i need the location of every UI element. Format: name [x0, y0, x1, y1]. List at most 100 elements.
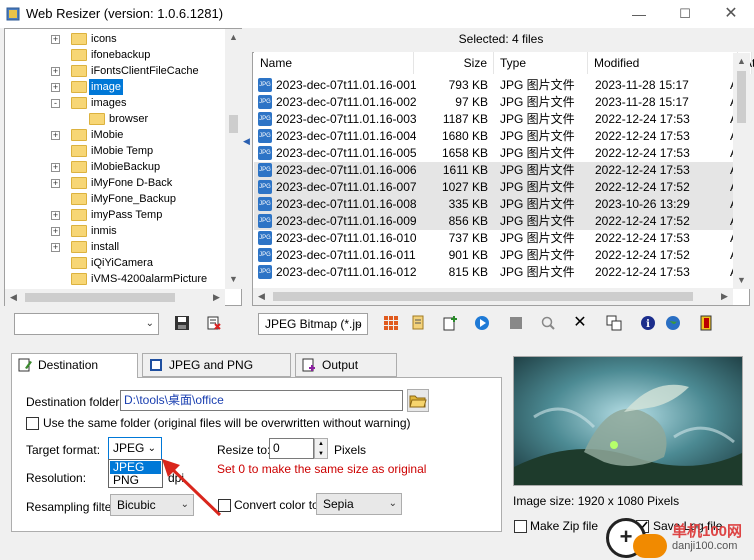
- expand-icon[interactable]: +: [51, 243, 60, 252]
- file-modified: 2022-12-24 17:52: [595, 248, 690, 262]
- format-filter-combo[interactable]: JPEG Bitmap (*.jp ⌄: [258, 313, 368, 335]
- tree-vertical-scrollbar[interactable]: ▲ ▼: [225, 29, 242, 289]
- convert-color-select[interactable]: Sepia ⌄: [316, 493, 402, 515]
- file-row[interactable]: JPG 2023-dec-07t11.01.16-011.j... 901 KB JP…: [254, 247, 738, 264]
- left-combo[interactable]: ⌄: [14, 313, 159, 335]
- file-row[interactable]: JPG 2023-dec-07t11.01.16-007.j... 1027 KB J…: [254, 179, 738, 196]
- file-row[interactable]: JPG 2023-dec-07t11.01.16-005.j... 1658 KB J…: [254, 145, 738, 162]
- same-folder-checkbox[interactable]: [26, 417, 39, 430]
- tree-item[interactable]: + iMyFone D-Back: [5, 175, 225, 191]
- window-icon[interactable]: [604, 313, 624, 333]
- scroll-thumb[interactable]: [273, 292, 693, 301]
- column-header-size[interactable]: Size: [414, 52, 494, 74]
- spin-up-icon[interactable]: ▲: [315, 439, 327, 449]
- scroll-up-arrow-icon[interactable]: ▲: [225, 29, 242, 46]
- tab-destination-settings[interactable]: Destination Settings: [11, 353, 138, 394]
- save-icon[interactable]: [172, 313, 192, 333]
- spin-down-icon[interactable]: ▼: [315, 449, 327, 459]
- scroll-down-arrow-icon[interactable]: ▼: [733, 272, 750, 289]
- copy-list-icon[interactable]: [408, 313, 428, 333]
- column-header-type[interactable]: Type: [494, 52, 588, 74]
- tree-item[interactable]: + image: [5, 79, 225, 95]
- scroll-thumb[interactable]: [25, 293, 175, 302]
- expand-icon[interactable]: +: [51, 67, 60, 76]
- tree-horizontal-scrollbar[interactable]: ◀ ▶: [5, 289, 225, 306]
- expand-icon[interactable]: +: [51, 227, 60, 236]
- folder-tree[interactable]: + icons ifonebackup + iFontsClientFileCache +…: [4, 28, 242, 306]
- destination-folder-input[interactable]: D:\tools\桌面\office: [120, 390, 403, 411]
- file-row[interactable]: JPG 2023-dec-07t11.01.16-001.j... 793 KB JP…: [254, 77, 738, 94]
- file-row[interactable]: JPG 2023-dec-07t11.01.16-008.j... 335 KB JP…: [254, 196, 738, 213]
- column-header-modified[interactable]: Modified: [588, 52, 738, 74]
- column-header-name[interactable]: Name: [254, 52, 414, 74]
- resize-spinner[interactable]: ▲ ▼: [314, 438, 328, 459]
- scroll-thumb[interactable]: [229, 115, 238, 133]
- grid-view-icon[interactable]: [381, 313, 401, 333]
- maximize-button[interactable]: ☐: [662, 0, 708, 28]
- resolution-label: Resolution:: [26, 471, 87, 485]
- close-button[interactable]: ✕: [708, 0, 754, 28]
- preview-zoom-icon[interactable]: [538, 313, 558, 333]
- globe-icon[interactable]: [663, 313, 683, 333]
- stop-icon[interactable]: [506, 313, 526, 333]
- tree-item[interactable]: iMyFone_Backup: [5, 191, 225, 207]
- splitter-collapse-icon[interactable]: ◀: [243, 135, 251, 147]
- expand-icon[interactable]: +: [51, 163, 60, 172]
- scroll-left-arrow-icon[interactable]: ◀: [253, 288, 270, 305]
- tree-item[interactable]: iVMS-4200alarmPicture: [5, 271, 225, 287]
- minimize-button[interactable]: —: [616, 0, 662, 28]
- expand-icon[interactable]: +: [51, 211, 60, 220]
- tab-output-options[interactable]: Output Options: [295, 353, 397, 394]
- scroll-right-arrow-icon[interactable]: ▶: [208, 289, 225, 306]
- resize-input[interactable]: 0: [269, 438, 314, 459]
- tree-item[interactable]: + iFontsClientFileCache: [5, 63, 225, 79]
- expand-icon[interactable]: +: [51, 131, 60, 140]
- file-row[interactable]: JPG 2023-dec-07t11.01.16-009.j... 856 KB JP…: [254, 213, 738, 230]
- expand-icon[interactable]: +: [51, 83, 60, 92]
- convert-color-checkbox[interactable]: [218, 499, 231, 512]
- tab-jpeg-png-settings[interactable]: JPEG and PNG Settings: [142, 353, 291, 394]
- make-zip-label: Make Zip file: [530, 519, 599, 533]
- file-row[interactable]: JPG 2023-dec-07t11.01.16-012.j... 815 KB JP…: [254, 264, 738, 281]
- tree-item[interactable]: + iMobieBackup: [5, 159, 225, 175]
- file-row[interactable]: JPG 2023-dec-07t11.01.16-003.j... 1187 KB J…: [254, 111, 738, 128]
- file-row[interactable]: JPG 2023-dec-07t11.01.16-006.j... 1611 KB J…: [254, 162, 738, 179]
- file-row[interactable]: JPG 2023-dec-07t11.01.16-004.j... 1680 KB J…: [254, 128, 738, 145]
- tree-item[interactable]: + imyPass Temp: [5, 207, 225, 223]
- filelist-horizontal-scrollbar[interactable]: ◀ ▶: [253, 288, 733, 305]
- file-row[interactable]: JPG 2023-dec-07t11.01.16-002.j... 97 KB JPG…: [254, 94, 738, 111]
- add-files-icon[interactable]: [440, 313, 460, 333]
- scroll-thumb[interactable]: [737, 71, 746, 123]
- scroll-down-arrow-icon[interactable]: ▼: [225, 271, 242, 288]
- tree-item[interactable]: iMobie Temp: [5, 143, 225, 159]
- tree-item[interactable]: - images: [5, 95, 225, 111]
- remove-icon[interactable]: ✕: [570, 313, 590, 333]
- tree-item[interactable]: + icons: [5, 31, 225, 47]
- expand-icon[interactable]: +: [51, 179, 60, 188]
- scroll-right-arrow-icon[interactable]: ▶: [716, 288, 733, 305]
- tree-item[interactable]: + iMobie: [5, 127, 225, 143]
- file-row[interactable]: JPG 2023-dec-07t11.01.16-010.j... 737 KB JP…: [254, 230, 738, 247]
- file-modified: 2022-12-24 17:53: [595, 231, 690, 245]
- exit-icon[interactable]: [696, 313, 716, 333]
- tree-item[interactable]: browser: [5, 111, 225, 127]
- expand-icon[interactable]: +: [51, 35, 60, 44]
- resampling-filter-select[interactable]: Bicubic ⌄: [110, 494, 194, 516]
- filelist-vertical-scrollbar[interactable]: ▲ ▼: [733, 53, 750, 289]
- target-format-select[interactable]: JPEG ⌄: [108, 437, 162, 460]
- collapse-icon[interactable]: -: [51, 99, 60, 108]
- tree-item-label: iVMS-4200alarmPicture: [91, 273, 208, 285]
- tree-item[interactable]: iQiYiCamera: [5, 255, 225, 271]
- dropdown-option-png[interactable]: PNG: [110, 474, 161, 487]
- tree-item[interactable]: + inmis: [5, 223, 225, 239]
- format-filter-value: JPEG Bitmap (*.jp: [265, 317, 362, 331]
- browse-folder-button[interactable]: [407, 389, 429, 412]
- info-icon[interactable]: i: [638, 313, 658, 333]
- tree-item[interactable]: + install: [5, 239, 225, 255]
- scroll-up-arrow-icon[interactable]: ▲: [733, 53, 750, 70]
- play-icon[interactable]: [472, 313, 492, 333]
- make-zip-checkbox[interactable]: [514, 520, 527, 533]
- scroll-left-arrow-icon[interactable]: ◀: [5, 289, 22, 306]
- delete-list-icon[interactable]: [204, 313, 224, 333]
- tree-item[interactable]: ifonebackup: [5, 47, 225, 63]
